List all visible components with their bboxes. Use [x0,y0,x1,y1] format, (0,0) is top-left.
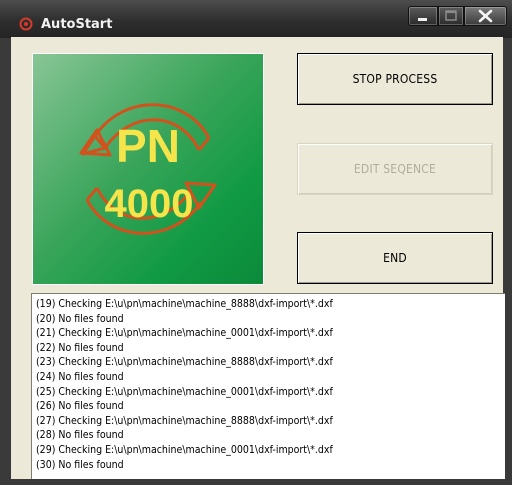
log-line: (28) No files found [36,429,124,442]
log-output[interactable]: (19) Checking E:\u\pn\machine\machine_88… [31,293,505,479]
close-icon [478,9,493,23]
close-button[interactable] [464,6,507,26]
minimize-button[interactable] [408,6,438,26]
stop-process-button[interactable]: STOP PROCESS [297,53,493,105]
end-button[interactable]: END [297,232,493,284]
log-line: (26) No files found [36,400,124,413]
refresh-arrows-icon: PN 4000 [79,103,217,235]
log-line: (21) Checking E:\u\pn\machine\machine_00… [36,327,333,340]
log-line: (25) Checking E:\u\pn\machine\machine_00… [36,385,333,398]
maximize-icon [445,10,457,21]
title-bar[interactable]: AutoStart [0,0,512,38]
log-line: (22) No files found [36,341,124,354]
window-title: AutoStart [41,17,113,32]
maximize-button[interactable] [438,6,464,26]
log-line: (30) No files found [36,458,124,471]
client-area: PN 4000 STOP PROCESS EDIT SEQENCE END (1… [11,37,505,479]
autostart-window: AutoStart PN 4000 STOP PROCESS EDIT SEQE… [0,0,512,485]
minimize-icon [418,18,427,21]
log-line: (23) Checking E:\u\pn\machine\machine_88… [36,356,333,369]
log-line: (20) No files found [36,312,124,325]
logo-text-pn: PN [116,120,180,172]
pn4000-logo: PN 4000 [32,53,264,285]
edit-sequence-button[interactable]: EDIT SEQENCE [297,143,493,195]
log-line: (19) Checking E:\u\pn\machine\machine_88… [36,298,333,310]
logo-text-4000: 4000 [105,182,194,226]
log-line: (27) Checking E:\u\pn\machine\machine_88… [36,414,333,427]
log-line: (29) Checking E:\u\pn\machine\machine_00… [36,443,333,456]
log-line: (24) No files found [36,370,124,383]
app-icon [19,17,33,31]
